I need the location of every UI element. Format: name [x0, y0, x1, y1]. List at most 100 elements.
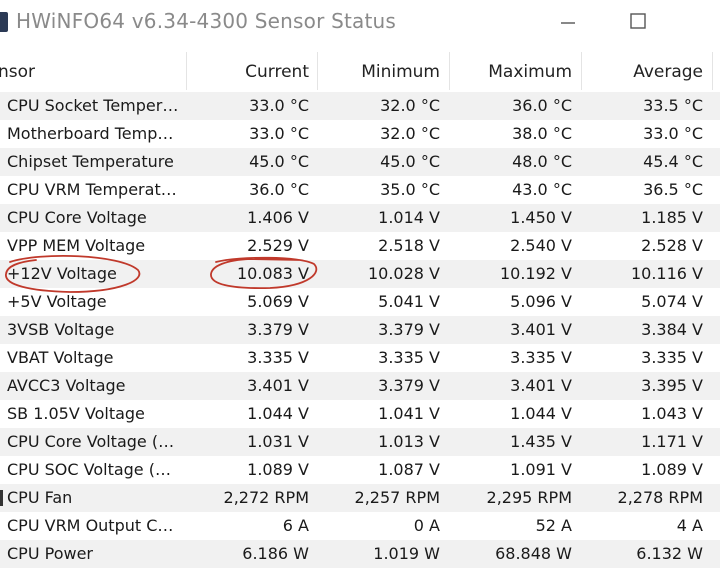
- current-value: 6.186 W: [242, 544, 309, 563]
- table-row[interactable]: VPP MEM Voltage 2.529 V 2.518 V 2.540 V …: [0, 232, 720, 260]
- table-header: nsor Current Minimum Maximum Average: [0, 50, 720, 93]
- minimum-value: 1.013 V: [378, 432, 440, 451]
- maximize-button[interactable]: [618, 6, 658, 38]
- minimum-value: 2,257 RPM: [354, 488, 440, 507]
- sensor-name: CPU Power: [7, 544, 93, 563]
- maximum-value: 48.0 °C: [512, 152, 572, 171]
- maximum-value: 52 A: [535, 516, 572, 535]
- sensor-name: CPU VRM Temperat…: [7, 180, 177, 199]
- current-value: 3.335 V: [247, 348, 309, 367]
- maximum-value: 2.540 V: [510, 236, 572, 255]
- current-value: 45.0 °C: [249, 152, 309, 171]
- sensor-name: Motherboard Temp…: [7, 124, 174, 143]
- average-value: 33.5 °C: [643, 96, 703, 115]
- average-value: 1.171 V: [641, 432, 703, 451]
- average-value: 4 A: [676, 516, 703, 535]
- maximum-value: 2,295 RPM: [486, 488, 572, 507]
- sensor-name: CPU Fan: [7, 488, 73, 507]
- maximum-value: 1.435 V: [510, 432, 572, 451]
- sensor-name: AVCC3 Voltage: [7, 376, 126, 395]
- current-value: 1.089 V: [247, 460, 309, 479]
- table-row[interactable]: CPU Core Voltage (… 1.031 V 1.013 V 1.43…: [0, 428, 720, 456]
- minimum-value: 1.041 V: [378, 404, 440, 423]
- sensor-name: +12V Voltage: [7, 264, 117, 283]
- maximum-value: 3.401 V: [510, 320, 572, 339]
- current-value: 36.0 °C: [249, 180, 309, 199]
- hwinfo-app-icon: [0, 12, 8, 32]
- maximum-value: 5.096 V: [510, 292, 572, 311]
- sensor-name: +5V Voltage: [7, 292, 107, 311]
- current-value: 3.401 V: [247, 376, 309, 395]
- table-row[interactable]: CPU Core Voltage 1.406 V 1.014 V 1.450 V…: [0, 204, 720, 232]
- column-header-current[interactable]: Current: [245, 50, 309, 92]
- minimum-value: 5.041 V: [378, 292, 440, 311]
- maximum-value: 3.335 V: [510, 348, 572, 367]
- column-separator[interactable]: [581, 52, 582, 90]
- column-separator[interactable]: [186, 52, 187, 90]
- minimum-value: 32.0 °C: [380, 96, 440, 115]
- column-header-average[interactable]: Average: [633, 50, 703, 92]
- average-value: 36.5 °C: [643, 180, 703, 199]
- table-row[interactable]: Motherboard Temp… 33.0 °C 32.0 °C 38.0 °…: [0, 120, 720, 148]
- current-value: 6 A: [282, 516, 309, 535]
- table-row[interactable]: +5V Voltage 5.069 V 5.041 V 5.096 V 5.07…: [0, 288, 720, 316]
- minimum-value: 2.518 V: [378, 236, 440, 255]
- column-separator[interactable]: [712, 52, 713, 90]
- table-row[interactable]: AVCC3 Voltage 3.401 V 3.379 V 3.401 V 3.…: [0, 372, 720, 400]
- average-value: 5.074 V: [641, 292, 703, 311]
- table-row[interactable]: Chipset Temperature 45.0 °C 45.0 °C 48.0…: [0, 148, 720, 176]
- current-value: 2,272 RPM: [223, 488, 309, 507]
- average-value: 3.335 V: [641, 348, 703, 367]
- sensor-name: VBAT Voltage: [7, 348, 114, 367]
- table-row[interactable]: CPU VRM Temperat… 36.0 °C 35.0 °C 43.0 °…: [0, 176, 720, 204]
- minimum-value: 3.379 V: [378, 320, 440, 339]
- average-value: 1.089 V: [641, 460, 703, 479]
- title-bar: HWiNFO64 v6.34-4300 Sensor Status: [0, 0, 720, 46]
- current-value: 10.083 V: [236, 264, 309, 283]
- sensor-name: 3VSB Voltage: [7, 320, 115, 339]
- maximum-value: 43.0 °C: [512, 180, 572, 199]
- current-value: 33.0 °C: [249, 124, 309, 143]
- average-value: 2,278 RPM: [617, 488, 703, 507]
- sensor-name: CPU SOC Voltage (…: [7, 460, 171, 479]
- minimum-value: 3.379 V: [378, 376, 440, 395]
- sensor-name: CPU VRM Output C…: [7, 516, 174, 535]
- maximum-value: 1.044 V: [510, 404, 572, 423]
- table-row[interactable]: +12V Voltage 10.083 V 10.028 V 10.192 V …: [0, 260, 720, 288]
- maximum-value: 68.848 W: [495, 544, 572, 563]
- window-title: HWiNFO64 v6.34-4300 Sensor Status: [16, 9, 397, 33]
- table-row[interactable]: SB 1.05V Voltage 1.044 V 1.041 V 1.044 V…: [0, 400, 720, 428]
- sensor-name: CPU Core Voltage: [7, 208, 147, 227]
- fan-sensor-icon: [0, 490, 3, 506]
- table-row[interactable]: CPU VRM Output C… 6 A 0 A 52 A 4 A: [0, 512, 720, 540]
- minimum-value: 10.028 V: [367, 264, 440, 283]
- maximum-value: 38.0 °C: [512, 124, 572, 143]
- maximum-value: 1.450 V: [510, 208, 572, 227]
- current-value: 2.529 V: [247, 236, 309, 255]
- table-row[interactable]: 3VSB Voltage 3.379 V 3.379 V 3.401 V 3.3…: [0, 316, 720, 344]
- sensor-name: Chipset Temperature: [7, 152, 174, 171]
- current-value: 3.379 V: [247, 320, 309, 339]
- column-header-minimum[interactable]: Minimum: [361, 50, 440, 92]
- sensor-name: CPU Core Voltage (…: [7, 432, 175, 451]
- table-row[interactable]: CPU Fan 2,272 RPM 2,257 RPM 2,295 RPM 2,…: [0, 484, 720, 512]
- average-value: 33.0 °C: [643, 124, 703, 143]
- column-separator[interactable]: [317, 52, 318, 90]
- minimum-value: 3.335 V: [378, 348, 440, 367]
- sensor-name: CPU Socket Temper…: [7, 96, 179, 115]
- table-row[interactable]: CPU Power 6.186 W 1.019 W 68.848 W 6.132…: [0, 540, 720, 568]
- table-row[interactable]: CPU Socket Temper… 33.0 °C 32.0 °C 36.0 …: [0, 92, 720, 120]
- maximum-value: 3.401 V: [510, 376, 572, 395]
- minimum-value: 35.0 °C: [380, 180, 440, 199]
- minimum-value: 45.0 °C: [380, 152, 440, 171]
- maximum-value: 1.091 V: [510, 460, 572, 479]
- column-separator[interactable]: [449, 52, 450, 90]
- column-header-maximum[interactable]: Maximum: [488, 50, 572, 92]
- average-value: 3.384 V: [641, 320, 703, 339]
- table-row[interactable]: VBAT Voltage 3.335 V 3.335 V 3.335 V 3.3…: [0, 344, 720, 372]
- average-value: 1.043 V: [641, 404, 703, 423]
- minimize-button[interactable]: [548, 6, 588, 38]
- average-value: 2.528 V: [641, 236, 703, 255]
- column-header-sensor[interactable]: nsor: [0, 50, 35, 92]
- table-row[interactable]: CPU SOC Voltage (… 1.089 V 1.087 V 1.091…: [0, 456, 720, 484]
